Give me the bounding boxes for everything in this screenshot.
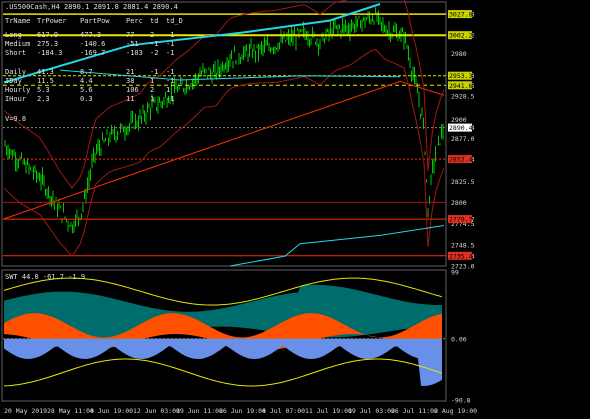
time-axis-label: 4 Jul 07:00 [262, 407, 305, 415]
table-cell: IDay [5, 77, 22, 85]
table-cell: -1 [166, 68, 174, 76]
table-cell: 5.3 [37, 86, 50, 94]
table-cell: 106 [126, 86, 139, 94]
table-cell: -2 [150, 49, 158, 57]
table-cell: 11 [126, 95, 134, 103]
table-cell: 1 [150, 77, 154, 85]
table-cell: 2.3 [37, 95, 50, 103]
table-cell: 21 [126, 68, 134, 76]
table-cell: -1 [166, 77, 174, 85]
time-axis-label: 12 Jun 03:00 [133, 407, 180, 415]
price-tag-label: 2852.4 [449, 156, 473, 164]
symbol-header: .US500Cash,H4 2890.1 2891.8 2881.4 2890.… [5, 3, 178, 11]
table-cell: -1 [166, 31, 174, 39]
table-header-td: td [150, 17, 158, 25]
price-axis-label: 2800 [451, 199, 467, 207]
table-cell: -1 [150, 40, 158, 48]
table-cell: 1 [166, 86, 170, 94]
table-cell: 477.3 [80, 31, 101, 39]
table-header-td_d: td_D [166, 17, 183, 25]
price-axis-label: 2928.5 [451, 93, 475, 101]
table-cell: -140.6 [80, 40, 105, 48]
table-cell: IHour [5, 95, 26, 103]
time-axis-label: 28 May 11:00 [47, 407, 94, 415]
table-cell: 38 [126, 77, 134, 85]
price-tag-label: 2953.3 [449, 72, 473, 80]
price-tag-label: 3027.8 [449, 11, 473, 19]
table-cell: -1 [150, 68, 158, 76]
table-cell: 11.5 [37, 77, 54, 85]
price-chart[interactable]: 3027.83002.229802953.32941.62928.5290028… [0, 0, 590, 419]
table-cell: 0.3 [80, 95, 93, 103]
time-axis-label: 19 Jul 03:00 [348, 407, 395, 415]
table-header-trpower: TrPower [37, 17, 67, 25]
time-axis-label: 2 Aug 19:00 [434, 407, 477, 415]
price-tag-label: 2941.6 [449, 82, 473, 90]
time-axis-label: 20 May 2019 [4, 407, 47, 415]
price-axis-label: 2877.0 [451, 135, 475, 143]
price-tag-label: 2890.4 [449, 124, 473, 132]
osc-axis-label: -90.8 [451, 397, 471, 405]
table-cell: 2 [150, 86, 154, 94]
osc-axis-label: 99 [451, 269, 459, 277]
time-axis-label: 11 Jul 19:00 [305, 407, 352, 415]
time-axis-label: 19 Jun 11:00 [176, 407, 223, 415]
table-cell: Daily [5, 68, 26, 76]
trading-chart-window[interactable]: 3027.83002.229802953.32941.62928.5290028… [0, 0, 590, 419]
table-cell: 77 [126, 31, 134, 39]
table-cell: Medium [5, 40, 30, 48]
table-cell: Long [5, 31, 22, 39]
table-cell: -169.7 [80, 49, 105, 57]
table-cell: -1 [166, 40, 174, 48]
table-header-trname: TrName [5, 17, 30, 25]
time-axis-label: 26 Jun 19:00 [219, 407, 266, 415]
table-cell: -1 [166, 49, 174, 57]
table-cell: 8.7 [80, 68, 93, 76]
table-cell: 2 [150, 31, 154, 39]
table-cell: -184.3 [37, 49, 62, 57]
table-header-partpow: PartPow [80, 17, 110, 25]
price-axis-label: 2980 [451, 50, 467, 58]
time-axis-label: 26 Jul 11:00 [391, 407, 438, 415]
table-cell: -103 [126, 49, 143, 57]
osc-axis-label: 0.00 [451, 335, 467, 343]
price-tag-label: 3002.2 [449, 32, 473, 40]
table-cell: Hourly [5, 86, 30, 94]
price-axis-label: 2900 [451, 116, 467, 124]
price-axis-label: 2748.5 [451, 241, 475, 249]
price-axis-label: 2825.5 [451, 178, 475, 186]
table-cell: -1 [166, 95, 174, 103]
table-cell: Short [5, 49, 26, 57]
table-cell: 41.3 [37, 68, 54, 76]
table-cell: 1 [150, 95, 154, 103]
price-tag-label: 2779.7 [449, 216, 473, 224]
table-cell: 5.6 [80, 86, 93, 94]
time-axis-label: 4 Jun 19:00 [90, 407, 133, 415]
table-cell: 275.3 [37, 40, 58, 48]
table-cell: 4.4 [80, 77, 93, 85]
table-cell: -51 [126, 40, 139, 48]
table-header-perc: Perc [126, 17, 143, 25]
table-cell: 617.9 [37, 31, 58, 39]
table-footer: V=9.8 [5, 115, 26, 123]
oscillator-header: SWT 44.0 -61.7 -1.9 [5, 273, 85, 281]
price-tag-label: 2735.4 [449, 252, 473, 260]
